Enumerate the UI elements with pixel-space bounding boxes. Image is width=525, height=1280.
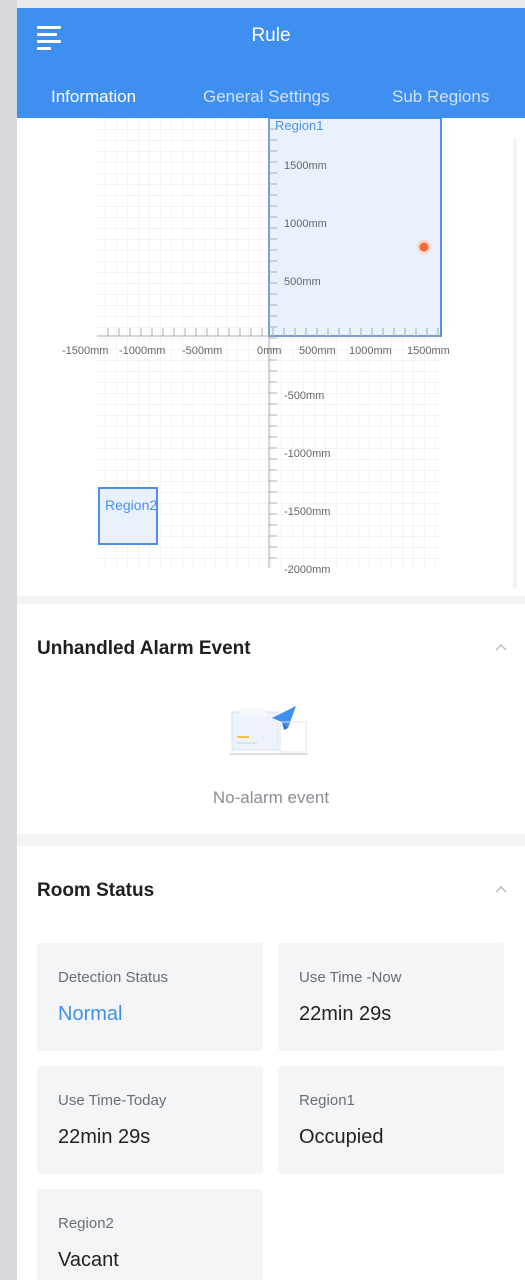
tile-value: 22min 29s xyxy=(299,1003,392,1025)
page-title: Rule xyxy=(251,25,291,46)
y-tick-label: 1000mm xyxy=(284,218,327,230)
x-tick-label: -1500mm xyxy=(62,345,108,357)
chevron-up-icon[interactable] xyxy=(495,884,507,896)
map-canvas: Region1 Region2 -1500mm -1000mm -500mm 0… xyxy=(62,118,450,576)
region-map[interactable]: Region1 Region2 -1500mm -1000mm -500mm 0… xyxy=(17,118,525,596)
region1-label: Region1 xyxy=(275,118,323,133)
target-point[interactable] xyxy=(419,242,429,252)
phone-frame: Rule Information General Settings Sub Re… xyxy=(0,0,525,1280)
tile-detection-status: Detection Status Normal xyxy=(37,943,263,1051)
app-screen: Rule Information General Settings Sub Re… xyxy=(17,8,525,1280)
alarm-section-title: Unhandled Alarm Event xyxy=(37,638,251,659)
tile-use-time-now: Use Time -Now 22min 29s xyxy=(278,943,504,1051)
x-tick-label: 1500mm xyxy=(407,345,450,357)
x-tick-label: -1000mm xyxy=(119,345,165,357)
window-edge xyxy=(0,0,17,1280)
scrollbar[interactable] xyxy=(513,138,517,588)
tile-label: Use Time -Now xyxy=(299,969,402,986)
y-tick-label: -1000mm xyxy=(284,448,330,460)
y-tick-label: 500mm xyxy=(284,276,321,288)
tile-region2: Region2 Vacant xyxy=(37,1189,263,1280)
tab-information[interactable]: Information xyxy=(51,87,136,107)
x-tick-label: 0mm xyxy=(257,345,281,357)
tile-value: Occupied xyxy=(299,1126,384,1148)
tile-value: Normal xyxy=(58,1003,123,1025)
x-tick-label: -500mm xyxy=(182,345,222,357)
y-tick-label: 1500mm xyxy=(284,160,327,172)
no-alarm-icon xyxy=(230,706,308,755)
region2-label: Region2 xyxy=(105,497,157,513)
room-status-title: Room Status xyxy=(37,880,155,901)
chevron-up-icon[interactable] xyxy=(495,642,507,654)
tile-label: Region1 xyxy=(299,1092,355,1109)
x-tick-label: 1000mm xyxy=(349,345,392,357)
y-tick-label: -2000mm xyxy=(284,564,330,576)
app-bar: Rule Information General Settings Sub Re… xyxy=(17,8,525,126)
tile-label: Use Time-Today xyxy=(58,1092,167,1109)
tile-label: Detection Status xyxy=(58,969,169,986)
tile-use-time-today: Use Time-Today 22min 29s xyxy=(37,1066,263,1174)
tile-label: Region2 xyxy=(58,1215,114,1232)
tab-general-settings[interactable]: General Settings xyxy=(203,87,330,107)
y-tick-label: -500mm xyxy=(284,390,324,402)
y-tick-label: -1500mm xyxy=(284,506,330,518)
tile-value: Vacant xyxy=(58,1249,119,1271)
x-tick-label: 500mm xyxy=(299,345,336,357)
no-alarm-text: No-alarm event xyxy=(212,788,330,807)
tile-value: 22min 29s xyxy=(58,1126,151,1148)
tab-sub-regions[interactable]: Sub Regions xyxy=(392,87,489,107)
tile-region1: Region1 Occupied xyxy=(278,1066,504,1174)
